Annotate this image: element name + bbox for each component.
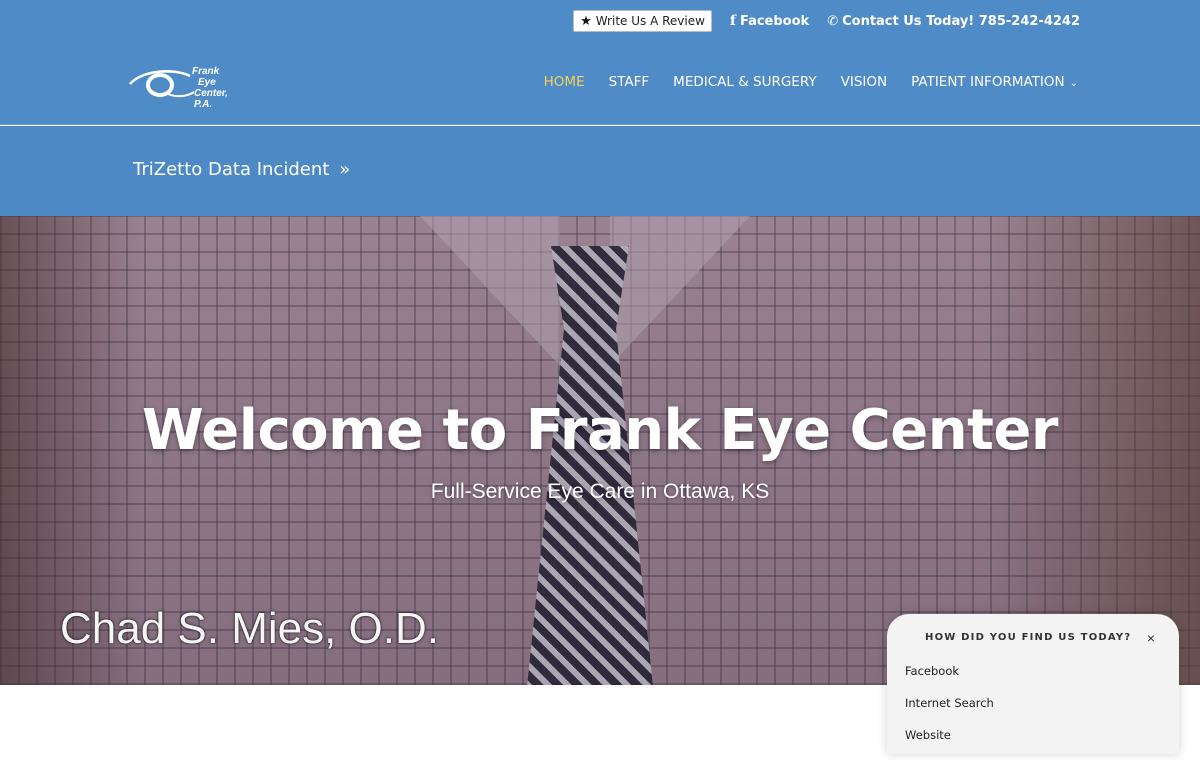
trizetto-incident-link[interactable]: TriZetto Data Incident » [133, 159, 350, 180]
nav-item-vision[interactable]: VISION [841, 74, 888, 90]
nav-item-medical-surgery[interactable]: MEDICAL & SURGERY [673, 74, 816, 90]
hero-subtitle: Full-Service Eye Care in Ottawa, KS [430, 480, 770, 503]
facebook-label: Facebook [739, 13, 810, 29]
phone-icon: ✆ [827, 13, 839, 29]
facebook-icon: f [729, 13, 736, 29]
star-icon: ★ [580, 13, 592, 29]
double-chevron-right-icon: » [339, 159, 351, 180]
main-nav: HOME STAFF MEDICAL & SURGERY VISION PATI… [544, 74, 1078, 90]
nav-item-home[interactable]: HOME [544, 74, 585, 90]
facebook-link[interactable]: f Facebook [730, 13, 809, 29]
site-logo[interactable]: Frank Eye Center, P.A. [128, 62, 246, 110]
write-review-button[interactable]: ★ Write Us A Review [573, 10, 712, 32]
survey-option-facebook[interactable]: Facebook [905, 664, 994, 696]
survey-options: Facebook Internet Search Website [905, 664, 994, 760]
site-header: ★ Write Us A Review f Facebook ✆ Contact… [0, 0, 1200, 125]
trizetto-incident-label: TriZetto Data Incident [133, 159, 330, 180]
logo-line-2: Eye [198, 77, 216, 88]
contact-link[interactable]: ✆ Contact Us Today! 785-242-4242 [827, 14, 1080, 29]
nav-item-patient-information[interactable]: PATIENT INFORMATION ⌄ [911, 74, 1078, 90]
chevron-down-icon: ⌄ [1069, 78, 1078, 89]
video-caption: Chad S. Mies, O.D. [60, 604, 440, 653]
nav-item-staff[interactable]: STAFF [609, 74, 650, 90]
survey-question: HOW DID YOU FIND US TODAY? [925, 632, 1132, 643]
nav-item-patient-information-label: PATIENT INFORMATION [911, 74, 1065, 90]
logo-line-1: Frank [192, 66, 220, 77]
close-icon[interactable]: × [1147, 630, 1155, 646]
top-bar: ★ Write Us A Review f Facebook ✆ Contact… [573, 10, 1080, 32]
write-review-label: Write Us A Review [595, 14, 705, 28]
survey-option-internet-search[interactable]: Internet Search [905, 696, 994, 728]
eye-logo-icon [129, 70, 194, 98]
logo-line-3: Center, P.A. [194, 88, 228, 110]
hero-title: Welcome to Frank Eye Center [142, 398, 1058, 463]
contact-label: Contact Us Today! 785-242-4242 [842, 13, 1080, 29]
logo-wordmark: Frank Eye Center, P.A. [192, 66, 246, 110]
notice-banner: TriZetto Data Incident » [0, 126, 1200, 216]
survey-option-website[interactable]: Website [905, 728, 994, 760]
survey-popup: HOW DID YOU FIND US TODAY? × Facebook In… [887, 614, 1179, 754]
